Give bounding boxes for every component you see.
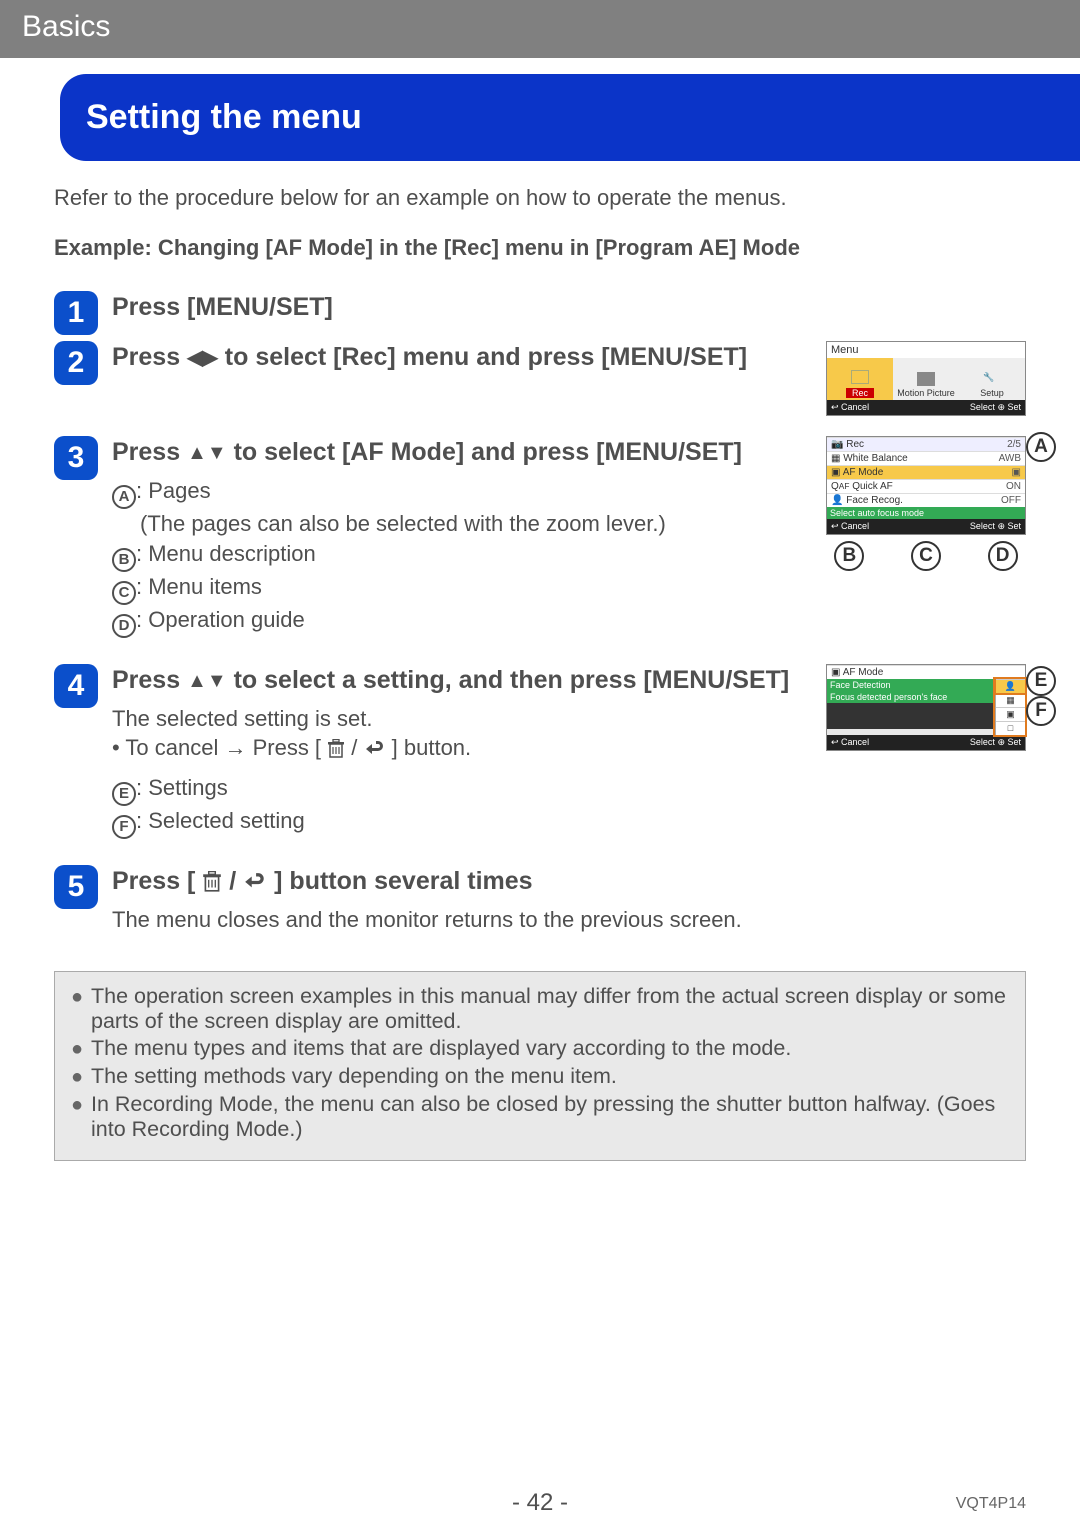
callout-f-icon: F: [112, 815, 136, 839]
right-arrow-icon: ▶: [202, 347, 217, 369]
step-3: 3 Press ▲▼ to select [AF Mode] and press…: [54, 436, 806, 638]
left-arrow-icon: ◀: [187, 347, 202, 369]
screenshot-af-mode: E F ▣ AF Mode Face Detection Focus detec…: [826, 664, 1026, 751]
notes-box: ●The operation screen examples in this m…: [54, 971, 1026, 1161]
step-1-title: Press [MENU/SET]: [112, 291, 1026, 325]
step-5: 5 Press [ / ] button several times The m…: [54, 865, 1026, 934]
down-arrow-icon: ▼: [207, 670, 227, 692]
page-title: Setting the menu: [60, 74, 1080, 161]
tab-rec: Rec: [827, 358, 893, 400]
down-arrow-icon: ▼: [207, 442, 227, 464]
return-icon: [364, 741, 386, 759]
shot-title: Menu: [827, 342, 1025, 358]
callout-d: D: [988, 541, 1018, 571]
up-arrow-icon: ▲: [187, 670, 207, 692]
step-number: 3: [54, 436, 98, 480]
trash-icon: [327, 739, 345, 759]
note-1: The operation screen examples in this ma…: [91, 984, 1009, 1034]
step-3-title: Press ▲▼ to select [AF Mode] and press […: [112, 436, 806, 470]
example-heading: Example: Changing [AF Mode] in the [Rec]…: [54, 235, 1026, 261]
callout-a-icon: A: [112, 485, 136, 509]
step-1: 1 Press [MENU/SET]: [54, 291, 1026, 335]
step-4-body: The selected setting is set. • To cancel…: [112, 704, 806, 840]
intro-text: Refer to the procedure below for an exam…: [54, 185, 1026, 211]
callout-b: B: [834, 541, 864, 571]
callout-d-icon: D: [112, 614, 136, 638]
screenshot-menu-tabs: Menu Rec Motion Picture 🔧Setup ↩ CancelS…: [826, 341, 1026, 416]
step-3-legend: A: Pages (The pages can also be selected…: [112, 476, 806, 638]
trash-icon: [202, 871, 222, 893]
step-4: 4 Press ▲▼ to select a setting, and then…: [54, 664, 806, 839]
step-number: 4: [54, 664, 98, 708]
step-5-title: Press [ / ] button several times: [112, 865, 1026, 899]
note-4: In Recording Mode, the menu can also be …: [91, 1092, 1009, 1142]
document-id: VQT4P14: [956, 1495, 1026, 1513]
section-header: Basics: [0, 0, 1080, 58]
callout-b-icon: B: [112, 548, 136, 572]
callout-f: F: [1026, 696, 1056, 726]
screenshot-rec-menu: A 📷 Rec2/5 ▦ White BalanceAWB ▣ AF Mode▣…: [826, 436, 1026, 571]
step-4-title: Press ▲▼ to select a setting, and then p…: [112, 664, 806, 698]
tab-setup: 🔧Setup: [959, 358, 1025, 400]
step-5-body: The menu closes and the monitor returns …: [112, 905, 1026, 935]
callout-c-icon: C: [112, 581, 136, 605]
tab-motion-picture: Motion Picture: [893, 358, 959, 400]
callout-e-icon: E: [112, 782, 136, 806]
return-icon: [243, 873, 267, 893]
callout-c: C: [911, 541, 941, 571]
note-3: The setting methods vary depending on th…: [91, 1064, 617, 1090]
step-number: 5: [54, 865, 98, 909]
page-number: - 42 -: [0, 1489, 1080, 1517]
step-2: 2 Press ◀▶ to select [Rec] menu and pres…: [54, 341, 806, 385]
step-number: 2: [54, 341, 98, 385]
callout-a: A: [1026, 432, 1056, 462]
note-2: The menu types and items that are displa…: [91, 1036, 791, 1062]
up-arrow-icon: ▲: [187, 442, 207, 464]
step-2-title: Press ◀▶ to select [Rec] menu and press …: [112, 341, 806, 375]
callout-e: E: [1026, 666, 1056, 696]
step-number: 1: [54, 291, 98, 335]
